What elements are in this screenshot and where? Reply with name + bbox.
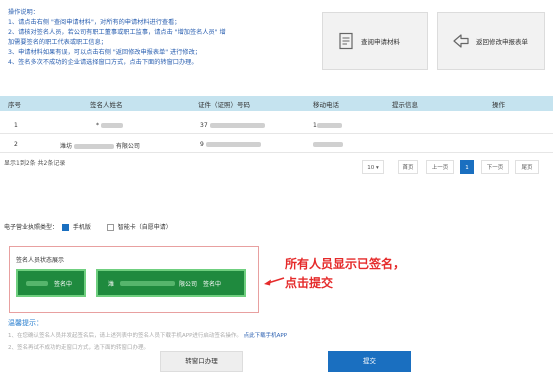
last-page-button[interactable]: 尾页 — [515, 160, 539, 174]
sign-status-title: 签名人员状态展示 — [16, 257, 65, 264]
signer-card: 潍 限公司 签名中 — [96, 269, 246, 297]
back-arrow-icon — [453, 34, 469, 48]
prev-page-button[interactable]: 上一页 — [426, 160, 454, 174]
instructions-title: 操作说明： — [8, 9, 39, 16]
row-phone — [313, 141, 343, 148]
next-page-button[interactable]: 下一页 — [481, 160, 509, 174]
row-id: 37 — [200, 122, 265, 129]
view-materials-label: 查阅申请材料 — [361, 38, 400, 46]
row-phone: 1 — [313, 122, 342, 129]
pointer-arrow-icon — [264, 277, 285, 286]
phone-version-checkbox[interactable] — [61, 224, 69, 231]
instruction-line: 4、签名多次不成功的企业请选择窗口方式，点击下面的转窗口办理。 — [8, 59, 198, 66]
row-no: 1 — [14, 122, 18, 129]
instruction-line: 2、请核对签名人员，若公司有职工董事或职工监事，请点击 "增加签名人员" 增 — [8, 29, 226, 36]
row-no: 2 — [14, 141, 18, 148]
col-header-name: 签名人姓名 — [90, 101, 123, 109]
col-header-no: 序号 — [8, 101, 21, 109]
col-header-action: 操作 — [492, 101, 505, 109]
page-1-button[interactable]: 1 — [460, 160, 474, 174]
col-header-tip: 提示信息 — [392, 101, 418, 109]
tip-line: 1、在您确认签名人员并发起签名后，请上述列表中的签名人员下载手机APP进行启动签… — [8, 333, 242, 339]
tips-title: 温馨提示： — [8, 319, 43, 327]
annotation-line: 所有人员显示已签名， — [285, 257, 406, 271]
download-app-link[interactable]: 点此下载手机APP — [244, 333, 287, 339]
row-id: 9 — [200, 141, 261, 148]
signer-status: 签名中 — [54, 280, 73, 288]
instruction-line: 3、申请材料如果有误，可以点击右侧 "返回修改申报表单" 进行修改； — [8, 49, 201, 56]
sign-type-label: 电子营业执照类型： — [4, 224, 59, 231]
instruction-line: 1、请点击右侧 "查阅申请材料"，对所有的申请材料进行查看； — [8, 19, 181, 26]
sign-type-row: 电子营业执照类型： 手机版 智能卡（自愿申请） — [4, 222, 172, 231]
signer-name-suffix: 限公司 — [179, 280, 198, 288]
back-modify-label: 返回修改申报表单 — [476, 38, 528, 46]
col-header-phone: 移动电话 — [313, 101, 339, 109]
counter-service-button[interactable]: 转窗口办理 — [160, 351, 243, 372]
sign-status-panel: 签名人员状态展示 签名中 潍 限公司 签名中 — [9, 246, 259, 313]
pagination-summary: 显示1到2条 共2条记录 — [4, 160, 66, 167]
signer-card: 签名中 — [16, 269, 86, 297]
annotation-note: 所有人员显示已签名， 点击提交 — [285, 255, 405, 293]
signer-status: 签名中 — [203, 280, 222, 288]
row-name: * — [96, 122, 123, 129]
table-row: 2 潍坊 有限公司 9 — [0, 136, 553, 153]
row-name: 潍坊 有限公司 — [60, 143, 140, 150]
page-size-select[interactable]: 10 ▾ — [362, 160, 384, 174]
card-version-label: 智能卡（自愿申请） — [117, 224, 172, 231]
tips: 1、在您确认签名人员并发起签名后，请上述列表中的签名人员下载手机APP进行启动签… — [8, 330, 287, 354]
table-header: 序号 签名人姓名 证件（证照）号码 移动电话 提示信息 操作 — [0, 96, 553, 111]
annotation-line: 点击提交 — [285, 276, 334, 290]
tip-line: 2、签名再试不成功的走窗口方式，选下面的转窗口办理。 — [8, 345, 150, 351]
instruction-line: 加需要签名的职工代表或职工信息； — [8, 39, 107, 46]
instructions: 操作说明： 1、请点击右侧 "查阅申请材料"，对所有的申请材料进行查看； 2、请… — [8, 8, 308, 68]
view-materials-button[interactable]: 查阅申请材料 — [322, 12, 428, 70]
col-header-id: 证件（证照）号码 — [198, 101, 250, 109]
document-icon — [339, 32, 353, 50]
signer-name: 潍 — [108, 280, 115, 288]
submit-button[interactable]: 提交 — [328, 351, 411, 372]
table-row: 1 * 37 1 — [0, 117, 553, 134]
card-version-checkbox[interactable] — [106, 224, 114, 231]
phone-version-label: 手机版 — [72, 224, 91, 231]
back-modify-button[interactable]: 返回修改申报表单 — [437, 12, 545, 70]
first-page-button[interactable]: 首页 — [398, 160, 418, 174]
